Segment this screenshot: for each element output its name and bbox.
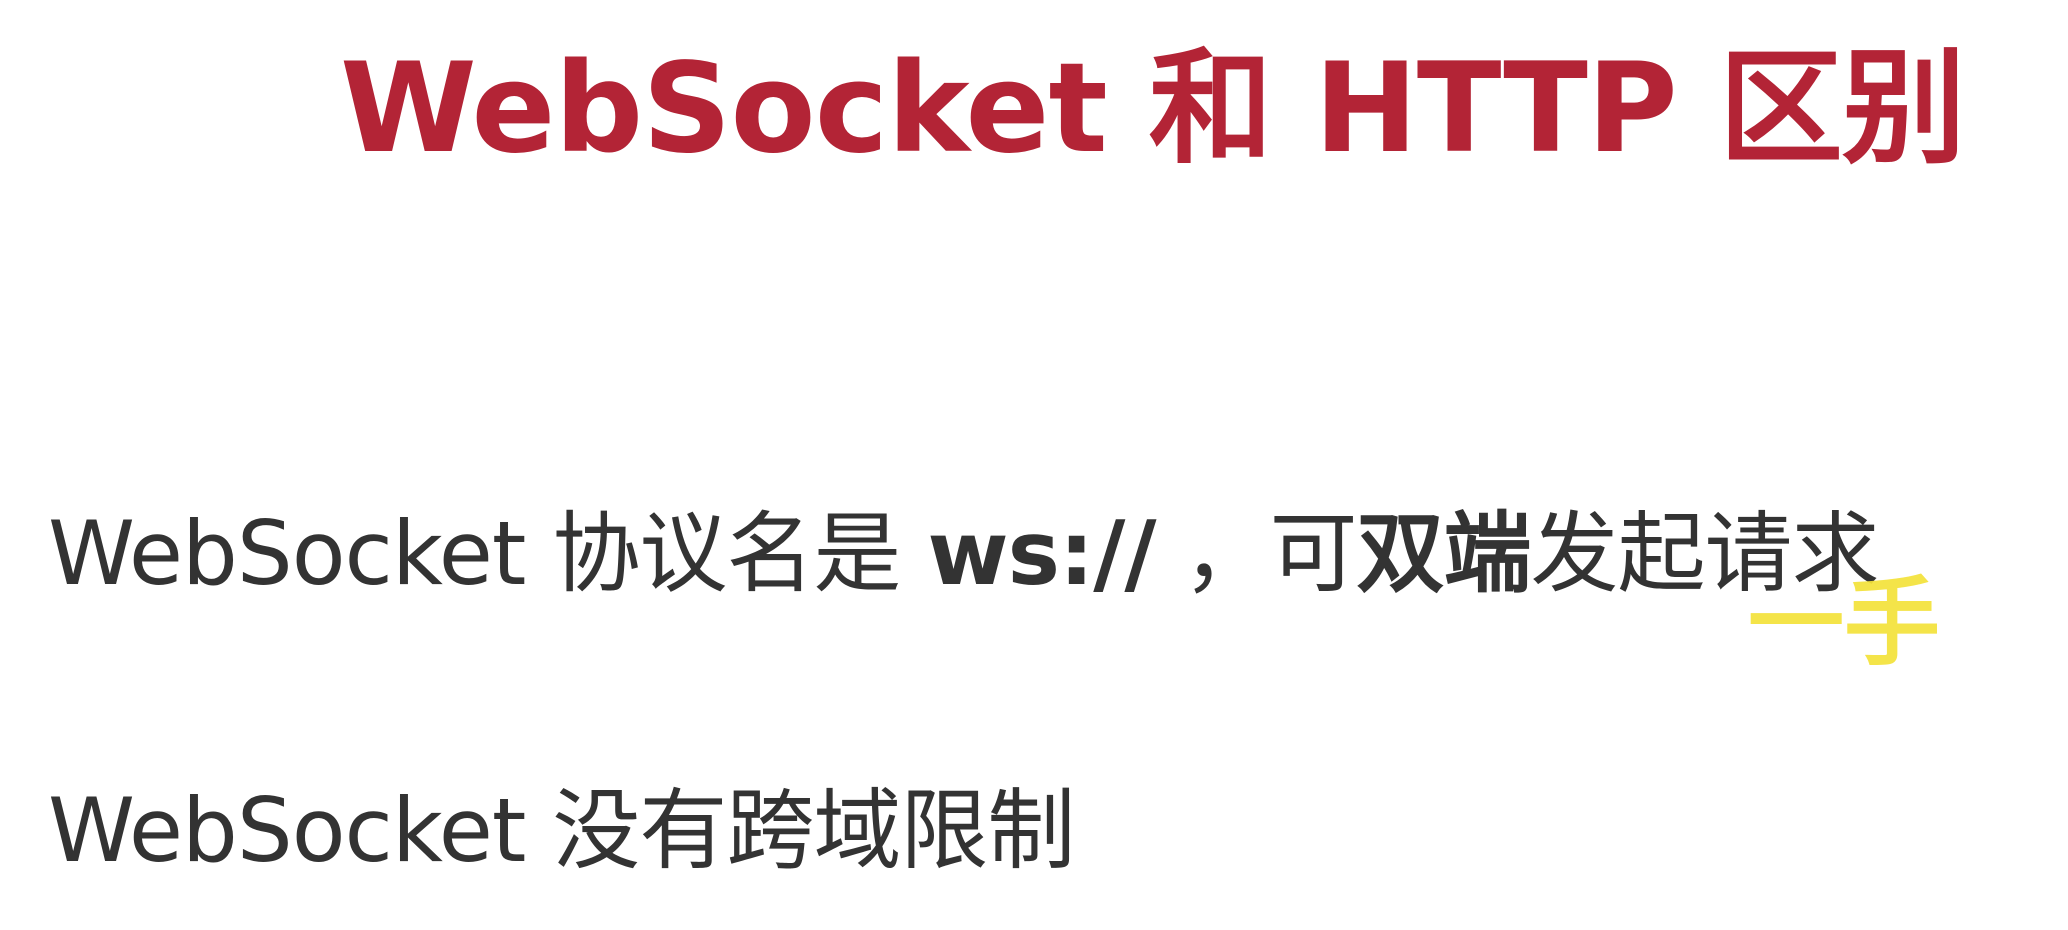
bullet-text: WebSocket 协议名是: [48, 502, 928, 605]
slide: WebSocket 和 HTTP 区别 WebSocket 协议名是 ws://…: [0, 0, 2068, 930]
protocol-scheme-text: ws://: [927, 502, 1156, 605]
slide-title: WebSocket 和 HTTP 区别: [340, 37, 1966, 181]
bullet-text: WebSocket 没有跨域限制: [48, 779, 1075, 882]
bullet-no-cors-limit: WebSocket 没有跨域限制: [48, 779, 1075, 882]
bullet-protocol-name: WebSocket 协议名是 ws:// ，可双端发起请求: [48, 502, 1880, 605]
bullet-text: ，可: [1155, 502, 1357, 605]
watermark-text: 一手: [1748, 567, 1940, 679]
bidirectional-emphasis-text: 双端: [1356, 502, 1532, 605]
